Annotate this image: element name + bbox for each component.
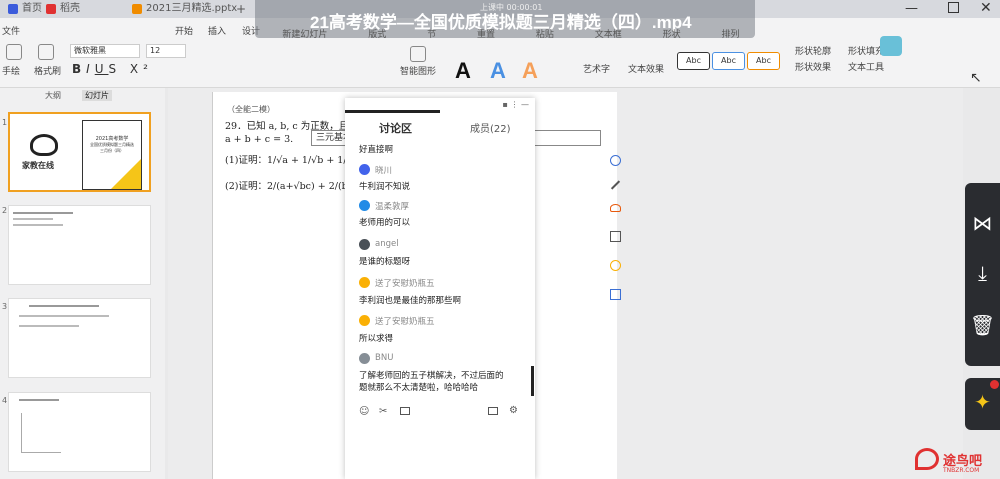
overlay-btn-5[interactable]: 粘贴 bbox=[536, 27, 554, 40]
chat-scrollbar[interactable] bbox=[531, 366, 534, 396]
new-tab-icon[interactable]: + bbox=[236, 2, 246, 16]
frame-icon[interactable] bbox=[609, 230, 621, 242]
pin-icon[interactable]: ✦ bbox=[965, 390, 1000, 414]
pen-icon[interactable] bbox=[610, 180, 620, 190]
logo-icon bbox=[30, 134, 58, 156]
close-icon[interactable]: ✕ bbox=[980, 0, 992, 16]
comment-icon[interactable] bbox=[488, 407, 498, 415]
overlay-btn-2[interactable]: 版式 bbox=[368, 27, 386, 40]
shape-style-3[interactable]: Abc bbox=[747, 52, 780, 70]
cursor-icon: ↖ bbox=[970, 70, 982, 86]
active-tab-indicator bbox=[345, 110, 440, 113]
slide-thumb-3[interactable] bbox=[8, 298, 151, 378]
image-icon[interactable] bbox=[400, 407, 410, 415]
right-dock: ⋈ ⤓ 🗑 bbox=[965, 183, 1000, 366]
smart-graphic-icon[interactable] bbox=[410, 46, 426, 62]
minimize-icon[interactable]: — bbox=[905, 1, 918, 16]
chat-window-controls[interactable]: ▪ ⋮ — bbox=[502, 100, 529, 109]
chat-msg-6: 了解老师回的五子棋解决，不过后面的题就那么不太清楚啦，哈哈哈哈 bbox=[359, 371, 504, 393]
scissors-icon[interactable]: ✂ bbox=[379, 406, 387, 417]
export-icon[interactable] bbox=[609, 288, 621, 300]
chat-panel: ▪ ⋮ — 讨论区 成员(22) 好直接啊 晓川 牛利润不知说 温柔敦厚 老师用… bbox=[345, 98, 535, 479]
format-painter-icon[interactable] bbox=[38, 44, 54, 60]
tab-members[interactable]: 成员(22) bbox=[470, 120, 511, 135]
avatar-icon bbox=[359, 315, 370, 326]
overlay-btn-3[interactable]: 节 bbox=[427, 27, 436, 40]
eraser-icon[interactable] bbox=[609, 204, 621, 213]
avatar-icon bbox=[359, 353, 370, 364]
menu-insert[interactable]: 插入 bbox=[208, 24, 226, 37]
tab-docer[interactable]: 稻壳 bbox=[42, 0, 102, 18]
tab-home[interactable]: 首页 bbox=[4, 0, 44, 18]
hand-draw-icon[interactable] bbox=[6, 44, 22, 60]
shape-icon[interactable] bbox=[609, 155, 621, 166]
overlay-btn-7[interactable]: 形状 bbox=[663, 27, 681, 40]
theme-icon[interactable] bbox=[880, 36, 902, 56]
docer-icon bbox=[46, 4, 56, 14]
watermark-sub: TNBZR.COM bbox=[943, 467, 980, 474]
tab-slides[interactable]: 幻灯片 bbox=[82, 90, 112, 101]
title-frame: 2021高考数学 全国优质模拟题三月精选 三月份（四） bbox=[82, 120, 142, 190]
wordart-black[interactable]: A bbox=[455, 58, 471, 84]
slide-thumb-2[interactable] bbox=[8, 205, 151, 285]
chat-msg-5: 所以求得 bbox=[359, 334, 394, 344]
avatar-icon bbox=[359, 164, 370, 175]
shape-style-1[interactable]: Abc bbox=[677, 52, 710, 70]
tab-discussion[interactable]: 讨论区 bbox=[379, 120, 412, 136]
overlay-btn-6[interactable]: 文本框 bbox=[595, 27, 622, 40]
chat-msg-2: 老师用的可以 bbox=[359, 218, 411, 228]
tab-pptx[interactable]: 2021三月精选.pptx bbox=[128, 0, 248, 18]
share-icon[interactable]: ⋈ bbox=[965, 211, 1000, 235]
menu-home[interactable]: 开始 bbox=[175, 24, 193, 37]
overlay-toolbar: 新建幻灯片 版式 节 重置 粘贴 文本框 形状 排列 bbox=[262, 22, 760, 44]
font-name-select[interactable]: 微软雅黑 bbox=[70, 44, 140, 58]
trash-icon[interactable]: 🗑 bbox=[965, 313, 1000, 337]
chat-msg-4: 李利润也是最佳的那那些啊 bbox=[359, 296, 462, 306]
chat-msg-0: 好直接啊 bbox=[359, 145, 394, 155]
shape-style-2[interactable]: Abc bbox=[712, 52, 745, 70]
mini-chart bbox=[21, 413, 61, 453]
wordart-blue[interactable]: A bbox=[490, 58, 506, 84]
wordart-orange[interactable]: A bbox=[522, 58, 538, 84]
slide-panel: 大纲 幻灯片 1 家教在线 2021高考数学 全国优质模拟题三月精选 三月份（四… bbox=[0, 88, 165, 479]
side-tools bbox=[607, 155, 623, 300]
chat-msg-1: 牛利润不知说 bbox=[359, 182, 411, 192]
maximize-icon[interactable] bbox=[948, 2, 959, 13]
overlay-btn-1[interactable]: 新建幻灯片 bbox=[282, 27, 327, 40]
pptx-icon bbox=[132, 4, 142, 14]
pin-panel: ✦ bbox=[965, 378, 1000, 430]
tab-outline[interactable]: 大纲 bbox=[45, 90, 61, 101]
slide-thumb-1[interactable]: 家教在线 2021高考数学 全国优质模拟题三月精选 三月份（四） bbox=[8, 112, 151, 192]
watermark-logo-icon bbox=[915, 448, 939, 470]
download-icon[interactable]: ⤓ bbox=[965, 261, 1000, 285]
chat-msg-3: 是谁的标题呀 bbox=[359, 257, 411, 267]
settings-icon[interactable]: ⚙ bbox=[509, 405, 518, 416]
slide-thumb-4[interactable] bbox=[8, 392, 151, 472]
avatar-icon bbox=[359, 277, 370, 288]
emoji-icon[interactable]: ☺ bbox=[359, 406, 369, 417]
font-size-select[interactable]: 12 bbox=[146, 44, 186, 58]
corner-decoration bbox=[111, 159, 141, 189]
overlay-btn-8[interactable]: 排列 bbox=[722, 27, 740, 40]
font-style-buttons[interactable]: BIUS X² bbox=[72, 62, 153, 76]
home-icon bbox=[8, 4, 18, 14]
menu-file[interactable]: 文件 bbox=[2, 24, 20, 37]
bulb-icon[interactable] bbox=[609, 259, 621, 271]
overlay-btn-4[interactable]: 重置 bbox=[477, 27, 495, 40]
notification-dot bbox=[990, 380, 999, 389]
avatar-icon bbox=[359, 239, 370, 250]
avatar-icon bbox=[359, 200, 370, 211]
